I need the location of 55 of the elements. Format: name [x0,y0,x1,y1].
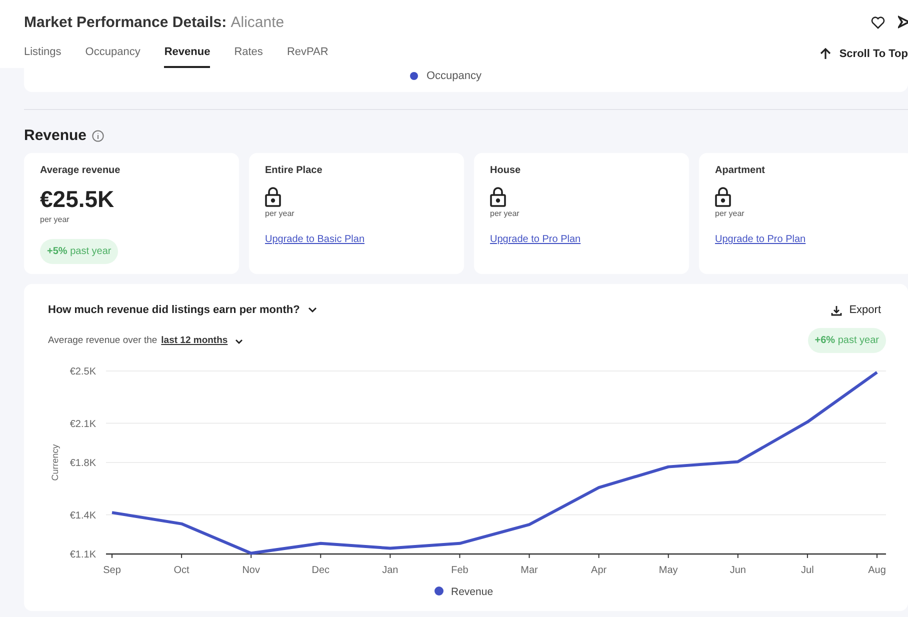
x-tick-label: May [658,565,678,576]
lock-icon [715,187,731,207]
period-label: per year [715,208,746,220]
download-icon [831,304,842,316]
period-dropdown[interactable]: last 12 months [161,334,243,348]
x-tick-label: Jan [382,565,398,576]
upgrade-link[interactable]: Upgrade to Basic Plan [265,232,365,247]
lock-icon [265,187,281,207]
y-axis-label: Currency [50,444,60,481]
card-title: House [490,164,522,178]
info-icon[interactable] [92,130,104,142]
period-label: per year [265,208,296,220]
x-tick-label: Aug [868,565,886,576]
x-tick-label: Jul [801,565,814,576]
question-dropdown[interactable]: How much revenue did listings earn per month? [48,302,317,318]
card-title: Average revenue [40,164,122,178]
x-tick-label: Sep [103,565,121,576]
card-title: Apartment [715,164,766,178]
tab[interactable]: Listings [24,44,62,68]
x-tick-label: Nov [242,565,260,576]
y-tick-label: €2.1K [70,418,96,430]
card-title: Entire Place [265,164,324,178]
x-tick-label: Feb [451,565,468,576]
y-tick-label: €1.8K [70,458,96,469]
scroll-to-top-button[interactable]: Scroll To Top [820,46,908,62]
change-badge: +5% past year [40,239,118,264]
x-tick-label: Jun [730,565,746,576]
subtitle-text: Average revenue over the [48,334,158,348]
upgrade-link[interactable]: Upgrade to Pro Plan [715,232,806,247]
y-tick-label: €1.1K [70,550,96,560]
x-tick-label: Dec [312,565,330,576]
x-tick-label: Mar [520,565,538,576]
heart-icon[interactable] [870,14,886,30]
chevron-down-icon [234,338,243,344]
tab[interactable]: Occupancy [85,44,140,68]
legend-label: Revenue [451,586,494,598]
tab[interactable]: RevPAR [286,44,328,68]
page-title: Market Performance Details: Alicante [24,13,284,33]
period-label: per year [40,214,70,226]
lock-icon [490,187,506,207]
period-label: per year [490,208,520,220]
arrow-up-icon [820,48,832,60]
tab[interactable]: Rates [234,44,263,68]
change-badge: +6% past year [808,328,886,353]
export-button[interactable]: Export [831,302,881,318]
x-tick-label: Apr [591,565,607,576]
y-tick-label: €2.5K [70,366,96,378]
stat-value: €25.5K [40,186,116,212]
legend-label: Occupancy [426,69,482,84]
section-title: Revenue [24,126,87,146]
chevron-down-icon [308,307,317,314]
x-tick-label: Oct [174,565,190,576]
upgrade-link[interactable]: Upgrade to Pro Plan [490,232,581,247]
y-tick-label: €1.4K [70,510,96,522]
send-icon[interactable] [898,14,908,30]
